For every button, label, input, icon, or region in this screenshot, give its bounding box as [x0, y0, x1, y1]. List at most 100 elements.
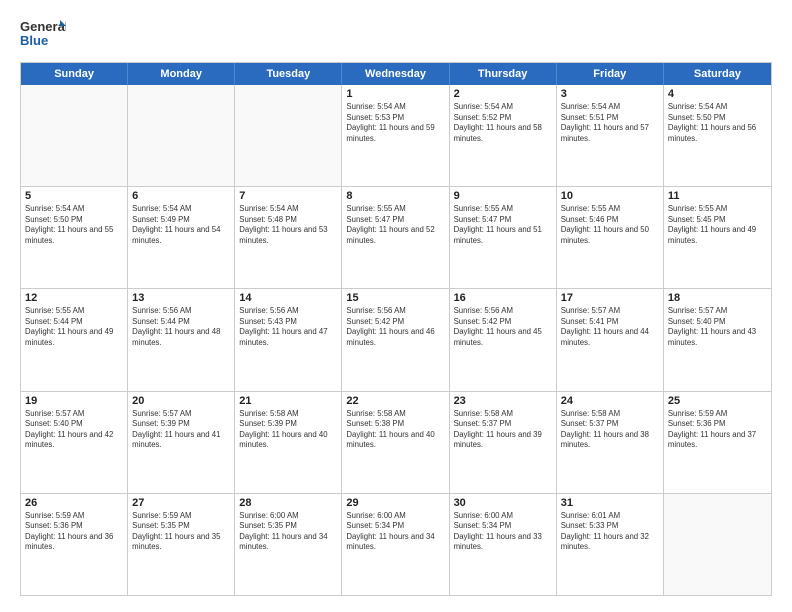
calendar-cell: 22 Sunrise: 5:58 AMSunset: 5:38 PMDaylig…: [342, 392, 449, 493]
cell-info: Sunrise: 5:54 AMSunset: 5:48 PMDaylight:…: [239, 204, 337, 246]
calendar-cell: [21, 85, 128, 186]
page: General Blue SundayMondayTuesdayWednesda…: [0, 0, 792, 612]
calendar-header-day: Tuesday: [235, 63, 342, 85]
calendar-cell: 14 Sunrise: 5:56 AMSunset: 5:43 PMDaylig…: [235, 289, 342, 390]
cell-info: Sunrise: 5:55 AMSunset: 5:47 PMDaylight:…: [454, 204, 552, 246]
cell-info: Sunrise: 5:55 AMSunset: 5:45 PMDaylight:…: [668, 204, 767, 246]
cell-info: Sunrise: 5:58 AMSunset: 5:38 PMDaylight:…: [346, 409, 444, 451]
calendar-cell: 2 Sunrise: 5:54 AMSunset: 5:52 PMDayligh…: [450, 85, 557, 186]
calendar-cell: 28 Sunrise: 6:00 AMSunset: 5:35 PMDaylig…: [235, 494, 342, 595]
calendar-header-row: SundayMondayTuesdayWednesdayThursdayFrid…: [21, 63, 771, 85]
calendar-week-row: 26 Sunrise: 5:59 AMSunset: 5:36 PMDaylig…: [21, 494, 771, 595]
calendar-cell: 7 Sunrise: 5:54 AMSunset: 5:48 PMDayligh…: [235, 187, 342, 288]
day-number: 16: [454, 292, 552, 304]
day-number: 18: [668, 292, 767, 304]
calendar-cell: 12 Sunrise: 5:55 AMSunset: 5:44 PMDaylig…: [21, 289, 128, 390]
cell-info: Sunrise: 6:00 AMSunset: 5:34 PMDaylight:…: [346, 511, 444, 553]
day-number: 13: [132, 292, 230, 304]
day-number: 5: [25, 190, 123, 202]
calendar-cell: 23 Sunrise: 5:58 AMSunset: 5:37 PMDaylig…: [450, 392, 557, 493]
cell-info: Sunrise: 5:54 AMSunset: 5:49 PMDaylight:…: [132, 204, 230, 246]
calendar-cell: 20 Sunrise: 5:57 AMSunset: 5:39 PMDaylig…: [128, 392, 235, 493]
calendar-cell: 17 Sunrise: 5:57 AMSunset: 5:41 PMDaylig…: [557, 289, 664, 390]
calendar-cell: 6 Sunrise: 5:54 AMSunset: 5:49 PMDayligh…: [128, 187, 235, 288]
day-number: 25: [668, 395, 767, 407]
day-number: 23: [454, 395, 552, 407]
logo-svg: General Blue: [20, 16, 66, 52]
header: General Blue: [20, 16, 772, 52]
calendar-cell: 4 Sunrise: 5:54 AMSunset: 5:50 PMDayligh…: [664, 85, 771, 186]
cell-info: Sunrise: 5:57 AMSunset: 5:40 PMDaylight:…: [668, 306, 767, 348]
calendar-cell: 15 Sunrise: 5:56 AMSunset: 5:42 PMDaylig…: [342, 289, 449, 390]
day-number: 11: [668, 190, 767, 202]
calendar-cell: 10 Sunrise: 5:55 AMSunset: 5:46 PMDaylig…: [557, 187, 664, 288]
calendar-cell: 31 Sunrise: 6:01 AMSunset: 5:33 PMDaylig…: [557, 494, 664, 595]
calendar-cell: 25 Sunrise: 5:59 AMSunset: 5:36 PMDaylig…: [664, 392, 771, 493]
day-number: 12: [25, 292, 123, 304]
calendar-cell: 24 Sunrise: 5:58 AMSunset: 5:37 PMDaylig…: [557, 392, 664, 493]
day-number: 7: [239, 190, 337, 202]
day-number: 27: [132, 497, 230, 509]
day-number: 4: [668, 88, 767, 100]
day-number: 21: [239, 395, 337, 407]
calendar-week-row: 1 Sunrise: 5:54 AMSunset: 5:53 PMDayligh…: [21, 85, 771, 187]
cell-info: Sunrise: 5:56 AMSunset: 5:44 PMDaylight:…: [132, 306, 230, 348]
day-number: 1: [346, 88, 444, 100]
calendar-cell: 30 Sunrise: 6:00 AMSunset: 5:34 PMDaylig…: [450, 494, 557, 595]
calendar-cell: 1 Sunrise: 5:54 AMSunset: 5:53 PMDayligh…: [342, 85, 449, 186]
calendar-week-row: 12 Sunrise: 5:55 AMSunset: 5:44 PMDaylig…: [21, 289, 771, 391]
day-number: 17: [561, 292, 659, 304]
day-number: 15: [346, 292, 444, 304]
day-number: 3: [561, 88, 659, 100]
calendar-cell: [128, 85, 235, 186]
cell-info: Sunrise: 5:58 AMSunset: 5:37 PMDaylight:…: [561, 409, 659, 451]
cell-info: Sunrise: 5:58 AMSunset: 5:39 PMDaylight:…: [239, 409, 337, 451]
cell-info: Sunrise: 5:54 AMSunset: 5:52 PMDaylight:…: [454, 102, 552, 144]
day-number: 24: [561, 395, 659, 407]
cell-info: Sunrise: 5:54 AMSunset: 5:50 PMDaylight:…: [668, 102, 767, 144]
calendar-cell: 3 Sunrise: 5:54 AMSunset: 5:51 PMDayligh…: [557, 85, 664, 186]
svg-text:General: General: [20, 19, 66, 34]
calendar-cell: 26 Sunrise: 5:59 AMSunset: 5:36 PMDaylig…: [21, 494, 128, 595]
logo: General Blue: [20, 16, 66, 52]
calendar-cell: 21 Sunrise: 5:58 AMSunset: 5:39 PMDaylig…: [235, 392, 342, 493]
calendar-cell: 16 Sunrise: 5:56 AMSunset: 5:42 PMDaylig…: [450, 289, 557, 390]
day-number: 30: [454, 497, 552, 509]
cell-info: Sunrise: 5:55 AMSunset: 5:46 PMDaylight:…: [561, 204, 659, 246]
day-number: 6: [132, 190, 230, 202]
day-number: 9: [454, 190, 552, 202]
day-number: 31: [561, 497, 659, 509]
cell-info: Sunrise: 5:57 AMSunset: 5:39 PMDaylight:…: [132, 409, 230, 451]
calendar-cell: 27 Sunrise: 5:59 AMSunset: 5:35 PMDaylig…: [128, 494, 235, 595]
cell-info: Sunrise: 6:00 AMSunset: 5:34 PMDaylight:…: [454, 511, 552, 553]
cell-info: Sunrise: 6:01 AMSunset: 5:33 PMDaylight:…: [561, 511, 659, 553]
calendar-body: 1 Sunrise: 5:54 AMSunset: 5:53 PMDayligh…: [21, 85, 771, 595]
calendar-cell: [235, 85, 342, 186]
cell-info: Sunrise: 5:58 AMSunset: 5:37 PMDaylight:…: [454, 409, 552, 451]
cell-info: Sunrise: 5:55 AMSunset: 5:44 PMDaylight:…: [25, 306, 123, 348]
cell-info: Sunrise: 5:59 AMSunset: 5:35 PMDaylight:…: [132, 511, 230, 553]
calendar-cell: 18 Sunrise: 5:57 AMSunset: 5:40 PMDaylig…: [664, 289, 771, 390]
cell-info: Sunrise: 5:59 AMSunset: 5:36 PMDaylight:…: [668, 409, 767, 451]
calendar-cell: 9 Sunrise: 5:55 AMSunset: 5:47 PMDayligh…: [450, 187, 557, 288]
cell-info: Sunrise: 5:59 AMSunset: 5:36 PMDaylight:…: [25, 511, 123, 553]
day-number: 20: [132, 395, 230, 407]
calendar-cell: 13 Sunrise: 5:56 AMSunset: 5:44 PMDaylig…: [128, 289, 235, 390]
calendar: SundayMondayTuesdayWednesdayThursdayFrid…: [20, 62, 772, 596]
day-number: 29: [346, 497, 444, 509]
cell-info: Sunrise: 5:56 AMSunset: 5:42 PMDaylight:…: [346, 306, 444, 348]
day-number: 28: [239, 497, 337, 509]
calendar-cell: 19 Sunrise: 5:57 AMSunset: 5:40 PMDaylig…: [21, 392, 128, 493]
calendar-header-day: Friday: [557, 63, 664, 85]
calendar-cell: 11 Sunrise: 5:55 AMSunset: 5:45 PMDaylig…: [664, 187, 771, 288]
cell-info: Sunrise: 5:54 AMSunset: 5:50 PMDaylight:…: [25, 204, 123, 246]
calendar-header-day: Sunday: [21, 63, 128, 85]
cell-info: Sunrise: 6:00 AMSunset: 5:35 PMDaylight:…: [239, 511, 337, 553]
calendar-header-day: Thursday: [450, 63, 557, 85]
cell-info: Sunrise: 5:54 AMSunset: 5:51 PMDaylight:…: [561, 102, 659, 144]
cell-info: Sunrise: 5:55 AMSunset: 5:47 PMDaylight:…: [346, 204, 444, 246]
day-number: 19: [25, 395, 123, 407]
calendar-cell: 5 Sunrise: 5:54 AMSunset: 5:50 PMDayligh…: [21, 187, 128, 288]
day-number: 10: [561, 190, 659, 202]
day-number: 22: [346, 395, 444, 407]
